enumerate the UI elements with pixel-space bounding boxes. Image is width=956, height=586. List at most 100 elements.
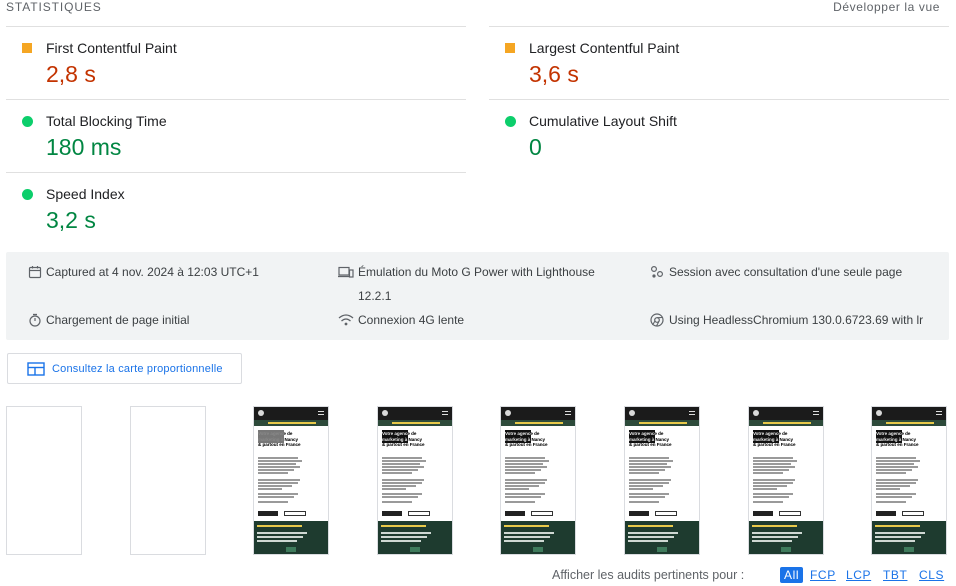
thumb-text-line — [505, 457, 545, 459]
logo-icon — [382, 410, 388, 416]
thumb-text-line — [258, 496, 294, 498]
thumb-text-line — [753, 479, 795, 481]
filter-fcp[interactable]: FCP — [810, 568, 836, 582]
thumb-button-outline — [902, 511, 924, 516]
thumb-text-line — [753, 485, 787, 487]
thumb-text-line — [629, 460, 673, 462]
thumb-text-line — [258, 463, 296, 465]
page-screenshot-thumbnail: Votre agence de marketing à Nancy & part… — [625, 407, 699, 554]
thumb-text-line — [629, 466, 671, 468]
thumb-text-line — [505, 479, 547, 481]
thumb-text-line — [382, 501, 412, 503]
menu-icon — [936, 411, 942, 415]
view-treemap-button[interactable]: Consultez la carte proportionnelle — [7, 353, 242, 384]
section-title: STATISTIQUES — [6, 0, 102, 14]
chrome-icon — [650, 313, 664, 327]
average-square-icon — [22, 43, 32, 53]
page-screenshot-thumbnail: Votre agence de marketing à Nancy & part… — [749, 407, 823, 554]
metric-value: 0 — [529, 134, 542, 160]
logo-icon — [258, 410, 264, 416]
thumb-headline: Votre agence de marketing à Nancy & part… — [629, 431, 672, 447]
metric-cls: Cumulative Layout Shift 0 — [489, 99, 949, 172]
menu-icon — [442, 411, 448, 415]
thumb-text-line — [505, 472, 535, 474]
thumb-banner — [872, 420, 946, 426]
filmstrip-frame: Votre agence de marketing à Nancy & part… — [500, 406, 576, 555]
thumb-dark-section — [501, 521, 575, 554]
filter-cls[interactable]: CLS — [919, 568, 944, 582]
thumb-navbar — [254, 407, 328, 420]
treemap-icon — [27, 362, 45, 381]
logo-icon — [876, 410, 882, 416]
thumb-text-line — [505, 469, 541, 471]
page-load-type: Chargement de page initial — [46, 313, 190, 327]
thumb-text-line — [629, 501, 659, 503]
thumb-text-line — [505, 463, 543, 465]
thumb-text-line — [382, 482, 422, 484]
logo-icon — [753, 410, 759, 416]
thumb-text-line — [382, 469, 418, 471]
thumb-dark-section — [749, 521, 823, 554]
thumb-text-line — [629, 485, 663, 487]
filter-lcp[interactable]: LCP — [846, 568, 871, 582]
thumb-text-line — [505, 496, 541, 498]
calendar-icon — [28, 265, 42, 279]
captured-at: Captured at 4 nov. 2024 à 12:03 UTC+1 — [46, 265, 259, 279]
thumb-dark-section — [378, 521, 452, 554]
thumb-text-line — [753, 460, 797, 462]
thumb-text-line — [382, 457, 422, 459]
thumb-button — [876, 511, 896, 516]
metric-name: Speed Index — [46, 186, 125, 202]
thumb-button-outline — [408, 511, 430, 516]
thumb-headline: Votre agence de marketing à Nancy & part… — [876, 431, 919, 447]
filmstrip-frame: Votre agence de marketing à Nancy & part… — [748, 406, 824, 555]
pass-circle-icon — [22, 116, 33, 127]
wifi-icon — [338, 313, 354, 327]
thumb-banner — [501, 420, 575, 426]
filter-tbt[interactable]: TBT — [883, 568, 907, 582]
thumb-text-line — [382, 488, 406, 490]
thumb-text-line — [876, 472, 906, 474]
thumb-text-line — [258, 493, 298, 495]
thumb-text-line — [876, 485, 910, 487]
filmstrip-frame: Votre agence de marketing à Nancy & part… — [871, 406, 947, 555]
thumb-text-line — [629, 457, 669, 459]
metric-value: 180 ms — [46, 134, 122, 160]
thumb-text-line — [629, 482, 669, 484]
thumb-button-outline — [655, 511, 677, 516]
thumb-text-line — [382, 466, 424, 468]
thumb-text-line — [505, 466, 547, 468]
thumb-button — [382, 511, 402, 516]
logo-icon — [505, 410, 511, 416]
thumb-text-line — [876, 493, 916, 495]
metric-lcp: Largest Contentful Paint 3,6 s — [489, 26, 949, 99]
thumb-text-line — [876, 479, 918, 481]
thumb-banner — [378, 420, 452, 426]
thumb-button — [753, 511, 773, 516]
thumb-text-line — [629, 469, 665, 471]
thumb-text-line — [876, 496, 912, 498]
thumb-headline: Votre agence de marketing à Nancy & part… — [382, 431, 425, 447]
filter-all[interactable]: All — [780, 567, 804, 583]
thumb-banner — [254, 420, 328, 426]
thumb-text-line — [382, 472, 412, 474]
thumb-headline: Votre agence de marketing à Nancy & part… — [258, 431, 301, 447]
thumb-text-line — [753, 496, 789, 498]
metric-name: Total Blocking Time — [46, 113, 167, 129]
metric-value: 2,8 s — [46, 61, 96, 87]
thumb-text-line — [629, 472, 659, 474]
browser-version: Using HeadlessChromium 130.0.6723.69 wit… — [669, 313, 924, 327]
thumb-text-line — [753, 469, 789, 471]
thumb-navbar — [501, 407, 575, 420]
runtime-settings-panel: Captured at 4 nov. 2024 à 12:03 UTC+1 Ém… — [6, 252, 949, 340]
thumb-dark-section — [872, 521, 946, 554]
thumb-text-line — [382, 496, 418, 498]
audit-filter-label: Afficher les audits pertinents pour : — [552, 568, 745, 582]
thumb-dark-section — [625, 521, 699, 554]
thumb-text-line — [629, 488, 653, 490]
metric-name: Cumulative Layout Shift — [529, 113, 677, 129]
thumb-text-line — [876, 466, 918, 468]
thumb-text-line — [753, 493, 793, 495]
expand-view-toggle[interactable]: Développer la vue — [833, 0, 940, 14]
thumb-text-line — [876, 501, 906, 503]
